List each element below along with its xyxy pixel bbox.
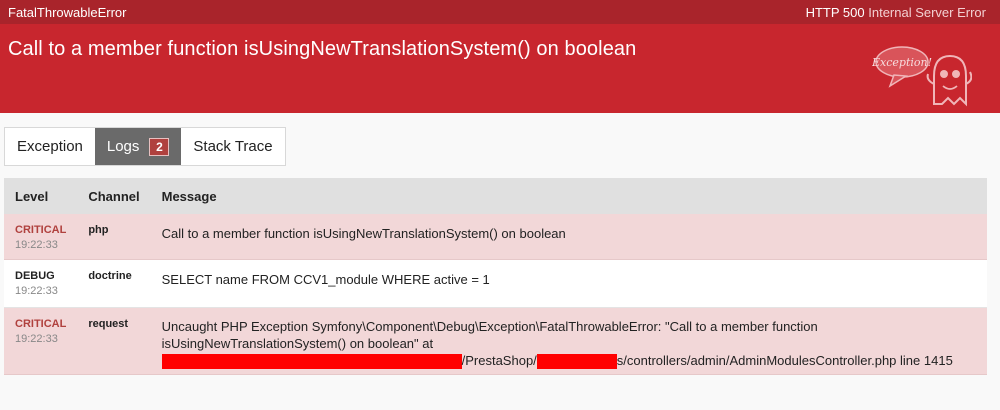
column-header-message: Message	[150, 178, 987, 214]
exception-class-name: FatalThrowableError	[8, 5, 127, 20]
level-label: CRITICAL	[15, 317, 67, 330]
column-header-channel: Channel	[77, 178, 151, 214]
logs-table: Level Channel Message CRITICAL 19:22:33 …	[4, 178, 987, 375]
message-line: isUsingNewTranslationSystem() on boolean…	[161, 335, 434, 351]
error-header: Call to a member function isUsingNewTran…	[0, 24, 1000, 113]
channel-label: request	[88, 317, 129, 330]
top-bar: FatalThrowableError HTTP 500 Internal Se…	[0, 0, 1000, 24]
level-cell: CRITICAL 19:22:33	[4, 307, 78, 375]
tab-bar: Exception Logs 2 Stack Trace	[4, 127, 286, 166]
ghost-mascot-icon: Exception!	[872, 46, 972, 107]
channel-cell: php	[77, 214, 151, 260]
log-message: SELECT name FROM CCV1_module WHERE activ…	[161, 271, 490, 287]
tab-logs[interactable]: Logs 2	[94, 128, 182, 165]
table-row: CRITICAL 19:22:33 php Call to a member f…	[4, 214, 987, 260]
path-fragment: /PrestaShop/	[461, 352, 537, 368]
channel-cell: doctrine	[77, 259, 151, 308]
level-cell: DEBUG 19:22:33	[4, 259, 78, 308]
log-message: Uncaught PHP Exception Symfony\Component…	[161, 318, 976, 369]
table-row: DEBUG 19:22:33 doctrine SELECT name FROM…	[4, 259, 987, 308]
channel-label: php	[88, 224, 109, 236]
tab-label: Logs	[106, 138, 140, 155]
message-cell: Uncaught PHP Exception Symfony\Component…	[150, 307, 987, 375]
channel-label: doctrine	[88, 269, 132, 282]
mascot-caption: Exception!	[872, 56, 932, 69]
tab-label: Stack Trace	[193, 138, 273, 155]
message-cell: Call to a member function isUsingNewTran…	[150, 214, 987, 260]
status-code: HTTP 500	[805, 5, 865, 20]
redaction-bar	[161, 353, 462, 369]
http-status: HTTP 500 Internal Server Error	[806, 5, 986, 20]
level-cell: CRITICAL 19:22:33	[4, 214, 78, 260]
channel-cell: request	[77, 307, 151, 375]
column-header-level: Level	[4, 178, 78, 214]
timestamp: 19:22:33	[15, 284, 58, 297]
message-line-path: /PrestaShop/s/controllers/admin/AdminMod…	[161, 352, 976, 369]
logs-count-badge: 2	[149, 137, 170, 156]
timestamp: 19:22:33	[15, 332, 58, 345]
tab-exception[interactable]: Exception	[5, 128, 95, 165]
status-text: Internal Server Error	[868, 5, 986, 20]
redaction-bar	[536, 353, 617, 369]
path-fragment: s/controllers/admin/AdminModulesControll…	[616, 352, 953, 368]
tab-stack-trace[interactable]: Stack Trace	[181, 128, 284, 165]
page-title: Call to a member function isUsingNewTran…	[8, 38, 637, 60]
tab-label: Exception	[17, 138, 83, 155]
log-message: Call to a member function isUsingNewTran…	[161, 226, 566, 241]
table-row: CRITICAL 19:22:33 request Uncaught PHP E…	[4, 307, 987, 375]
timestamp: 19:22:33	[15, 239, 58, 251]
level-label: DEBUG	[15, 269, 55, 282]
level-label: CRITICAL	[15, 224, 67, 236]
message-line: Uncaught PHP Exception Symfony\Component…	[161, 318, 818, 334]
table-header-row: Level Channel Message	[4, 178, 987, 214]
message-cell: SELECT name FROM CCV1_module WHERE activ…	[150, 259, 987, 308]
